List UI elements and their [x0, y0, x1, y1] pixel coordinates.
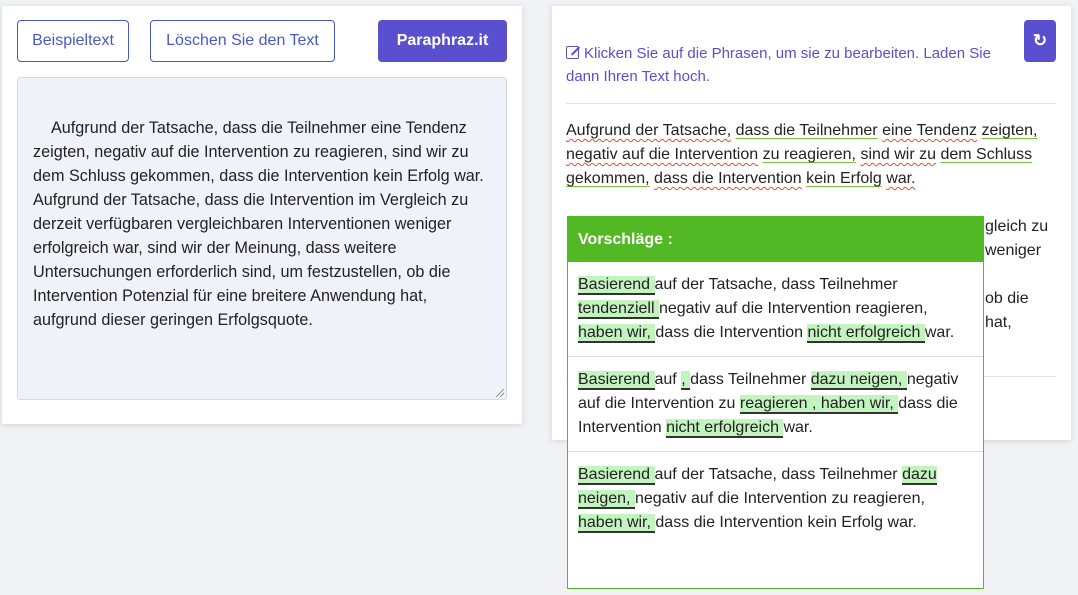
suggestion-text: dass Teilnehmer: [690, 371, 811, 388]
suggestion-text: war.: [783, 419, 813, 436]
suggestion-changed-phrase: nicht erfolgreich: [666, 419, 784, 438]
edit-hint: Klicken Sie auf die Phrasen, um sie zu b…: [566, 42, 1006, 88]
sample-text-button[interactable]: Beispieltext: [17, 20, 129, 62]
output-phrase[interactable]: Aufgrund der Tatsache,: [566, 122, 731, 139]
output-phrase[interactable]: kein Erfolg: [806, 170, 882, 187]
suggestion-changed-phrase: ,: [681, 371, 691, 390]
suggestions-title: Vorschläge :: [568, 217, 983, 262]
input-text: Aufgrund der Tatsache, dass die Teilnehm…: [33, 119, 484, 329]
output-phrase[interactable]: eine Tendenz: [882, 122, 977, 139]
suggestion-changed-phrase: dazu neigen,: [810, 371, 907, 390]
output-phrase[interactable]: sind wir zu: [860, 146, 936, 163]
clear-text-button[interactable]: Löschen Sie den Text: [150, 20, 335, 62]
refresh-icon: ↻: [1032, 31, 1048, 50]
output-phrase[interactable]: zu reagieren,: [763, 146, 856, 163]
output-phrase[interactable]: dass die Intervention: [654, 170, 802, 187]
suggestion-text: dass die Intervention: [655, 324, 808, 341]
output-partial-line: ob die: [985, 290, 1029, 307]
suggestion-changed-phrase: Basierend: [578, 371, 655, 390]
edit-icon: [566, 46, 579, 59]
suggestions-popup: Vorschläge : Basierend auf der Tatsache,…: [567, 216, 984, 589]
suggestion-changed-phrase: reagieren , haben wir,: [739, 395, 899, 414]
refresh-button[interactable]: ↻: [1024, 20, 1056, 62]
output-phrase[interactable]: zeigten,: [981, 122, 1037, 139]
suggestion-changed-phrase: Basierend: [578, 466, 655, 485]
suggestion-text: dass die Intervention kein Erfolg war.: [655, 514, 917, 531]
suggestion-text: auf der Tatsache, dass Teilnehmer: [654, 466, 903, 483]
suggestion-item[interactable]: Basierend auf der Tatsache, dass Teilneh…: [568, 262, 983, 357]
suggestion-text: negativ auf die Intervention reagieren,: [658, 300, 928, 317]
resize-handle-icon[interactable]: [496, 389, 504, 397]
suggestion-list: Basierend auf der Tatsache, dass Teilneh…: [568, 262, 983, 546]
suggestion-changed-phrase: tendenziell: [578, 300, 659, 319]
divider-top: [566, 103, 1056, 104]
output-partial-line: weniger: [985, 242, 1042, 259]
suggestion-text: auf der Tatsache, dass Teilnehmer: [654, 276, 898, 293]
input-textarea[interactable]: Aufgrund der Tatsache, dass die Teilnehm…: [17, 77, 507, 400]
output-partial-line: hat,: [985, 314, 1012, 331]
suggestion-changed-phrase: haben wir,: [578, 514, 656, 533]
paraphrase-button[interactable]: Paraphraz.it: [378, 20, 507, 62]
output-partial-line: gleich zu: [985, 218, 1049, 235]
output-phrase[interactable]: dass die Teilnehmer: [736, 122, 878, 139]
suggestion-text: war.: [924, 324, 955, 341]
suggestion-changed-phrase: haben wir,: [578, 324, 656, 343]
output-phrase[interactable]: negativ auf die Intervention: [566, 146, 758, 163]
suggestion-changed-phrase: Basierend: [578, 276, 655, 295]
input-panel: Beispieltext Löschen Sie den Text Paraph…: [2, 6, 522, 424]
paraphrased-output: Aufgrund der Tatsache, dass die Teilnehm…: [566, 119, 1056, 191]
suggestion-text: negativ auf die Intervention zu reagiere…: [634, 490, 925, 507]
suggestion-text: auf: [654, 371, 682, 388]
edit-hint-text: Klicken Sie auf die Phrasen, um sie zu b…: [566, 45, 991, 85]
suggestion-item[interactable]: Basierend auf der Tatsache, dass Teilneh…: [568, 452, 983, 546]
suggestion-item[interactable]: Basierend auf , dass Teilnehmer dazu nei…: [568, 357, 983, 452]
suggestion-changed-phrase: nicht erfolgreich: [807, 324, 925, 343]
output-phrase[interactable]: war.: [886, 170, 915, 187]
